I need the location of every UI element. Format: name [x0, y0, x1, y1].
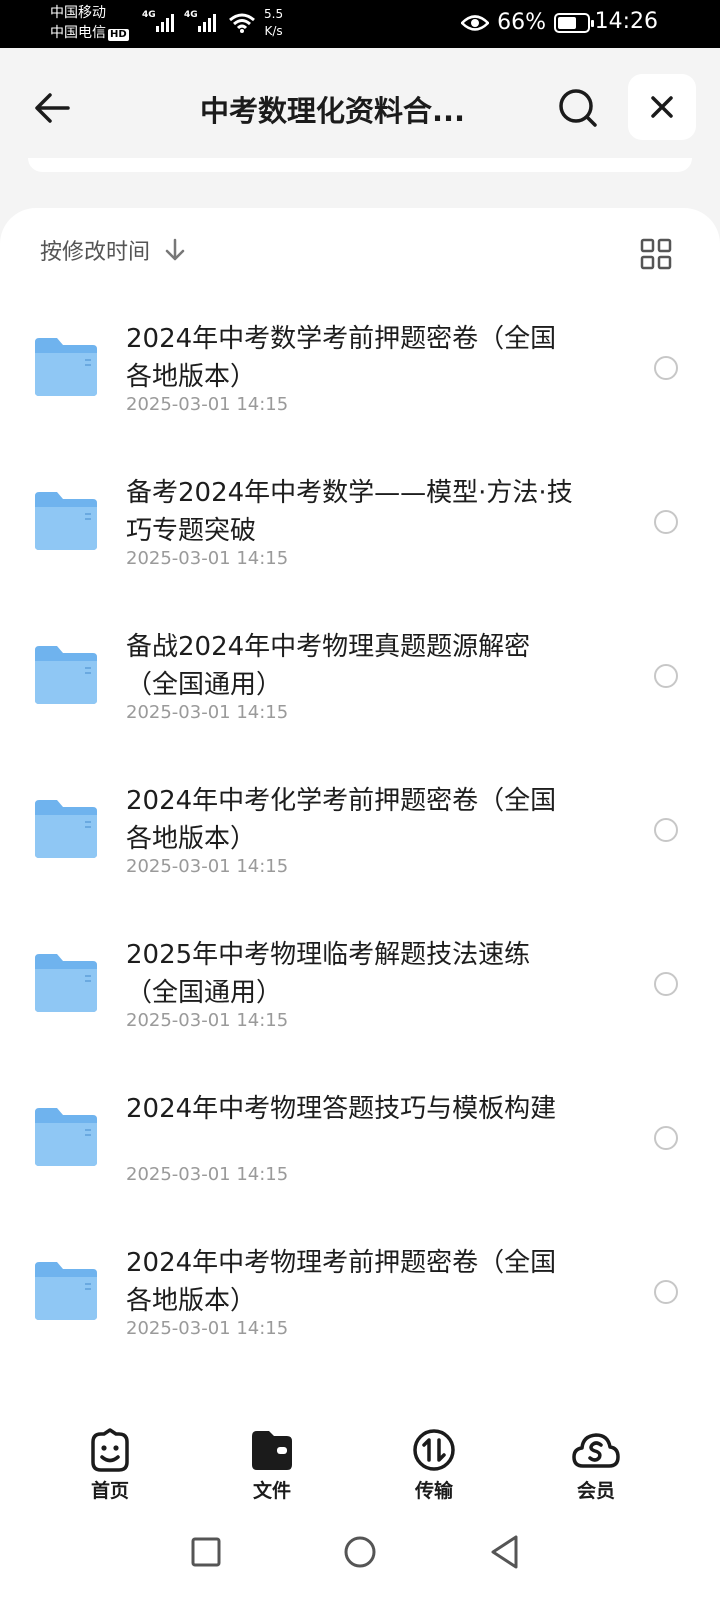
tab-member[interactable]: 会员 [546, 1428, 646, 1503]
file-date: 2025-03-01 14:15 [126, 856, 289, 877]
network-type-1: 4G [142, 10, 156, 20]
folder-icon [35, 1262, 97, 1320]
tab-files[interactable]: 文件 [222, 1428, 322, 1503]
close-icon [651, 96, 673, 118]
search-icon[interactable] [556, 86, 600, 130]
arrow-down-icon [165, 238, 185, 261]
select-checkbox[interactable] [654, 1280, 678, 1304]
folder-icon [35, 338, 97, 396]
folder-icon [35, 1108, 97, 1166]
folder-icon [35, 800, 97, 858]
file-name: 备考2024年中考数学——模型·方法·技巧专题突破 [126, 478, 573, 546]
tab-label: 会员 [576, 1480, 615, 1502]
carrier-1: 中国移动 [50, 5, 106, 21]
back-triangle-icon[interactable] [486, 1532, 526, 1572]
back-arrow-icon[interactable] [30, 86, 74, 130]
header: 中考数理化资料合... [0, 48, 720, 166]
page-title: 中考数理化资料合... [200, 94, 466, 128]
folder-icon [35, 492, 97, 550]
transfer-icon [413, 1429, 455, 1471]
cloud-member-icon [572, 1433, 620, 1468]
file-date: 2025-03-01 14:15 [126, 1318, 289, 1339]
select-checkbox[interactable] [654, 664, 678, 688]
carrier-2: 中国电信 [50, 25, 106, 41]
list-item[interactable]: 2024年中考数学考前押题密卷（全国各地版本） 2025-03-01 14:15 [0, 292, 720, 446]
list-item[interactable]: 备战2024年中考物理真题题源解密（全国通用） 2025-03-01 14:15 [0, 600, 720, 754]
battery-percent: 66% [497, 10, 546, 35]
tab-transfer[interactable]: 传输 [384, 1428, 484, 1503]
wifi-icon [229, 13, 255, 33]
file-date: 2025-03-01 14:15 [126, 1164, 289, 1185]
file-name: 2024年中考物理答题技巧与模板构建 [126, 1094, 557, 1124]
system-nav-bar [0, 1510, 720, 1600]
file-date: 2025-03-01 14:15 [126, 548, 289, 569]
select-checkbox[interactable] [654, 1126, 678, 1150]
list-item[interactable]: 2024年中考物理答题技巧与模板构建 2025-03-01 14:15 [0, 1062, 720, 1216]
signal-icon: 4G [142, 10, 174, 32]
home-circle-icon[interactable] [340, 1532, 380, 1572]
close-button[interactable] [628, 74, 696, 140]
select-checkbox[interactable] [654, 972, 678, 996]
status-bar: 中国移动 中国电信 HD 4G 4G 5.5 K/s 66% 14:26 [0, 0, 720, 48]
speed-value: 5.5 [264, 7, 284, 21]
grid-view-icon[interactable] [640, 238, 672, 270]
battery-icon [554, 12, 594, 33]
folder-icon [35, 954, 97, 1012]
file-list-card: 按修改时间 2024年中考数学考前押题密卷（全国各地版本） 2025-03-01 … [0, 208, 720, 1428]
file-name: 2025年中考物理临考解题技法速练（全国通用） [126, 940, 531, 1008]
tab-label: 传输 [414, 1480, 453, 1502]
bottom-tab-bar: 首页 文件 传输 会员 [0, 1428, 720, 1510]
tab-label: 首页 [90, 1480, 129, 1502]
network-speed: 5.5 K/s [264, 6, 283, 40]
file-name: 2024年中考数学考前押题密卷（全国各地版本） [126, 324, 557, 392]
select-checkbox[interactable] [654, 818, 678, 842]
select-checkbox[interactable] [654, 510, 678, 534]
tab-home[interactable]: 首页 [60, 1428, 160, 1503]
network-type-2: 4G [184, 10, 198, 20]
file-name: 2024年中考物理考前押题密卷（全国各地版本） [126, 1248, 557, 1316]
eye-comfort-icon [461, 14, 490, 31]
select-checkbox[interactable] [654, 356, 678, 380]
file-date: 2025-03-01 14:15 [126, 394, 289, 415]
list-item[interactable]: 2024年中考化学考前押题密卷（全国各地版本） 2025-03-01 14:15 [0, 754, 720, 908]
recent-apps-icon[interactable] [186, 1532, 226, 1572]
clock: 14:26 [594, 9, 658, 34]
sort-selector[interactable]: 按修改时间 [40, 234, 186, 266]
tab-label: 文件 [252, 1480, 291, 1502]
sort-label: 按修改时间 [40, 240, 151, 265]
carrier-info: 中国移动 中国电信 HD [50, 3, 129, 43]
status-right: 66% [461, 10, 594, 35]
list-item[interactable]: 备考2024年中考数学——模型·方法·技巧专题突破 2025-03-01 14:1… [0, 446, 720, 600]
collapsed-panel-edge [28, 158, 692, 172]
folder-icon [35, 646, 97, 704]
file-name: 备战2024年中考物理真题题源解密（全国通用） [126, 632, 531, 700]
list-item[interactable]: 2024年中考物理考前押题密卷（全国各地版本） 2025-03-01 14:15 [0, 1216, 720, 1370]
signal-indicators: 4G 4G [142, 10, 216, 32]
list-item[interactable]: 2025年中考物理临考解题技法速练（全国通用） 2025-03-01 14:15 [0, 908, 720, 1062]
file-name: 2024年中考化学考前押题密卷（全国各地版本） [126, 786, 557, 854]
signal-icon: 4G [184, 10, 216, 32]
file-date: 2025-03-01 14:15 [126, 702, 289, 723]
file-list: 2024年中考数学考前押题密卷（全国各地版本） 2025-03-01 14:15 备… [0, 292, 720, 1370]
file-date: 2025-03-01 14:15 [126, 1010, 289, 1031]
smiley-icon [91, 1428, 129, 1472]
hd-badge: HD [108, 29, 129, 41]
folder-wallet-icon [252, 1431, 292, 1470]
speed-unit: K/s [264, 24, 283, 38]
